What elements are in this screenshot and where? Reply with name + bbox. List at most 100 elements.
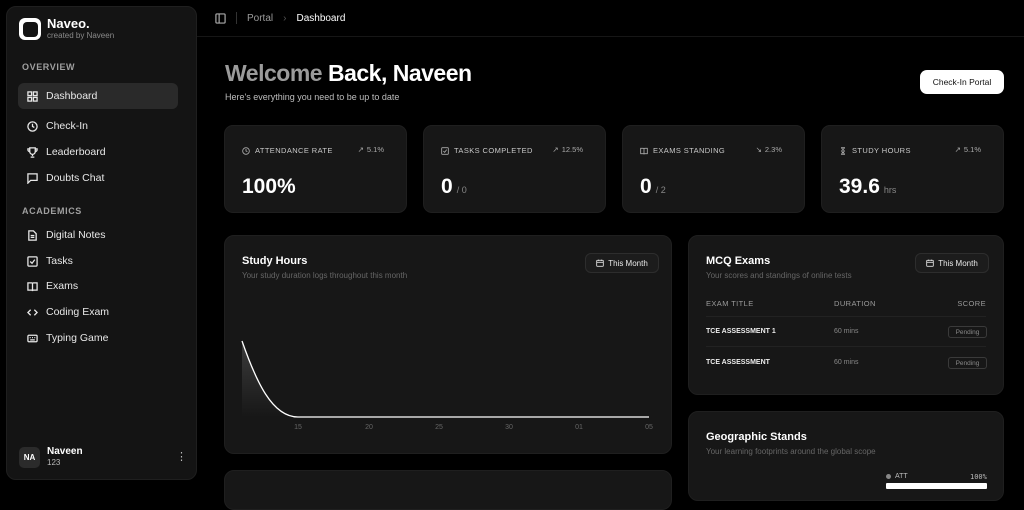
- user-name: Naveen: [47, 446, 83, 457]
- brand-name: Naveo.: [47, 16, 90, 31]
- sidebar-item-typing-game[interactable]: Typing Game: [18, 325, 178, 351]
- exam-title[interactable]: TCE ASSESSMENT: [706, 359, 770, 366]
- sidebar-item-label: Dashboard: [46, 90, 98, 102]
- x-tick-label: 25: [435, 424, 443, 431]
- brand-logo-icon: [19, 18, 41, 40]
- brand[interactable]: Naveo. created by Naveen: [19, 17, 114, 41]
- stat-card-tasks: TASKS COMPLETED ↗ 12.5% 0/ 0: [423, 125, 606, 213]
- breadcrumb-dashboard: Dashboard: [296, 12, 346, 24]
- sidebar-item-label: Tasks: [46, 255, 73, 267]
- column-header-duration: DURATION: [834, 299, 876, 308]
- user-profile[interactable]: NA Naveen 123 ⋮: [19, 446, 187, 468]
- sidebar-item-doubts-chat[interactable]: Doubts Chat: [18, 165, 178, 191]
- trend-up-icon: ↗: [357, 145, 364, 154]
- stat-card-attendance: ATTENDANCE RATE ↗ 5.1% 100%: [224, 125, 407, 213]
- sidebar-item-label: Typing Game: [46, 332, 109, 344]
- study-hours-card: Study Hours Your study duration logs thr…: [224, 235, 672, 454]
- sidebar-item-exams[interactable]: Exams: [18, 273, 178, 299]
- book-icon: [640, 147, 648, 154]
- stat-delta: ↗ 5.1%: [954, 145, 981, 154]
- legend-dot-icon: [886, 474, 891, 479]
- status-badge: Pending: [948, 326, 987, 338]
- check-in-portal-button[interactable]: Check-In Portal: [920, 70, 1004, 94]
- stat-delta: ↗ 5.1%: [357, 145, 384, 154]
- more-options-icon[interactable]: ⋮: [176, 451, 187, 463]
- page-subtitle: Here's everything you need to be up to d…: [225, 92, 400, 102]
- sidebar-item-label: Coding Exam: [46, 306, 110, 318]
- sidebar-item-check-in[interactable]: Check-In: [18, 113, 178, 139]
- sidebar-item-leaderboard[interactable]: Leaderboard: [18, 139, 178, 165]
- stat-card-exams: EXAMS STANDING ↘ 2.3% 0/ 2: [622, 125, 805, 213]
- x-tick-label: 05: [645, 424, 653, 431]
- card-subtitle: Your learning footprints around the glob…: [706, 447, 876, 456]
- x-tick-label: 01: [575, 424, 583, 431]
- study-hours-line: [241, 340, 649, 418]
- exam-duration: 60 mins: [834, 328, 859, 335]
- welcome-prefix: Welcome: [225, 60, 323, 86]
- code-icon: [27, 308, 38, 316]
- chevron-right-icon: ›: [283, 12, 287, 24]
- stat-value: 39.6 hrs: [839, 175, 897, 198]
- bottom-card: [224, 470, 672, 510]
- exam-duration: 60 mins: [834, 359, 859, 366]
- stat-value: 0/ 0: [441, 175, 467, 198]
- stat-value: 0/ 2: [640, 175, 666, 198]
- trophy-icon: [27, 146, 38, 158]
- study-hours-chart: 15 20 25 30 01 05: [241, 340, 653, 431]
- sidebar-item-tasks[interactable]: Tasks: [18, 248, 178, 274]
- column-header-score: SCORE: [957, 299, 986, 308]
- sidebar-item-label: Digital Notes: [46, 229, 106, 241]
- breadcrumb-portal[interactable]: Portal: [247, 13, 273, 24]
- legend-item: ATT: [886, 473, 908, 480]
- stat-label: TASKS COMPLETED: [441, 146, 533, 155]
- clock-icon: [242, 146, 250, 155]
- divider: [706, 316, 986, 317]
- checkbox-icon: [27, 255, 38, 267]
- card-subtitle: Your scores and standings of online test…: [706, 271, 852, 280]
- stat-delta: ↗ 12.5%: [552, 145, 583, 154]
- stat-value: 100%: [242, 175, 296, 198]
- trend-up-icon: ↗: [954, 145, 961, 154]
- keyboard-icon: [27, 334, 38, 342]
- file-icon: [28, 229, 37, 241]
- sidebar-item-label: Check-In: [46, 120, 89, 132]
- stat-card-study-hours: STUDY HOURS ↗ 5.1% 39.6 hrs: [821, 125, 1004, 213]
- status-badge: Pending: [948, 357, 987, 369]
- stat-label: ATTENDANCE RATE: [242, 146, 333, 155]
- sidebar-item-label: Exams: [46, 280, 79, 292]
- calendar-icon: [926, 259, 934, 267]
- sidebar-item-coding-exam[interactable]: Coding Exam: [18, 299, 178, 325]
- brand-subtitle: created by Naveen: [47, 31, 115, 40]
- divider: [236, 12, 237, 24]
- chat-icon: [27, 172, 38, 184]
- x-tick-label: 20: [365, 424, 373, 431]
- timer-icon: [841, 146, 845, 155]
- topbar: Portal › Dashboard: [197, 0, 1024, 37]
- mcq-exams-card: MCQ Exams Your scores and standings of o…: [688, 235, 1004, 395]
- legend-value: 100%: [970, 473, 987, 481]
- divider: [706, 346, 986, 347]
- column-header-title: EXAM TITLE: [706, 299, 754, 308]
- study-hours-area: [242, 341, 649, 417]
- welcome-rest: Back, Naveen: [327, 60, 472, 86]
- sidebar-item-label: Doubts Chat: [46, 172, 105, 184]
- book-icon: [27, 281, 38, 291]
- legend-bar: [886, 483, 987, 489]
- page-title: Welcome Back, Naveen: [225, 60, 472, 87]
- user-id: 123: [47, 458, 61, 467]
- card-title: Geographic Stands: [706, 431, 807, 443]
- sidebar-item-label: Leaderboard: [46, 146, 106, 158]
- sidebar-item-digital-notes[interactable]: Digital Notes: [18, 222, 178, 248]
- sidebar-toggle-icon[interactable]: [215, 12, 226, 24]
- geographic-stands-card: Geographic Stands Your learning footprin…: [688, 411, 1004, 501]
- section-label-academics: ACADEMICS: [22, 206, 82, 216]
- avatar: NA: [19, 446, 40, 468]
- sidebar: Naveo. created by Naveen OVERVIEW Dashbo…: [6, 6, 197, 480]
- stat-label: STUDY HOURS: [839, 146, 911, 155]
- sidebar-item-dashboard[interactable]: Dashboard: [18, 83, 178, 109]
- section-label-overview: OVERVIEW: [22, 62, 76, 72]
- x-tick-label: 15: [294, 424, 302, 431]
- exam-title[interactable]: TCE ASSESSMENT 1: [706, 328, 776, 335]
- checkbox-icon: [441, 146, 449, 155]
- this-month-filter-button[interactable]: This Month: [915, 253, 989, 273]
